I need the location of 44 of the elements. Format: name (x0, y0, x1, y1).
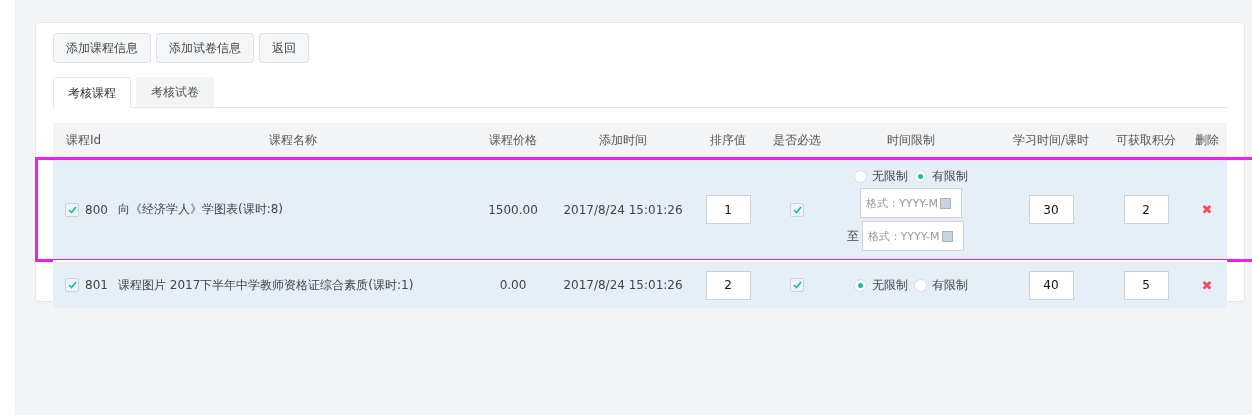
column-header: 可获取积分 (1115, 131, 1177, 149)
radio-label: 有限制 (932, 276, 968, 294)
radio-button[interactable] (914, 278, 927, 292)
course-id: 801 (85, 278, 108, 292)
radio-label: 有限制 (932, 168, 968, 185)
points-input[interactable]: 2 (1123, 195, 1169, 224)
study-time-input[interactable]: 40 (1028, 270, 1074, 300)
column-header: 删除 (1194, 131, 1220, 149)
tab[interactable]: 考核试卷 (136, 77, 214, 107)
course-price: 1500.00 (488, 202, 538, 217)
radio-label: 无限制 (872, 168, 908, 185)
course-name: 课程图片 2017下半年中学教师资格证综合素质(课时:1) (118, 276, 414, 294)
column-header: 时间限制 (886, 131, 936, 149)
column-header: 课程名称 (268, 131, 318, 149)
calendar-icon[interactable] (941, 230, 953, 242)
sort-input[interactable]: 1 (705, 195, 751, 224)
column-header: 课程Id (65, 131, 103, 149)
course-price: 0.00 (499, 278, 527, 292)
column-header: 添加时间 (598, 131, 648, 149)
checkbox[interactable] (65, 202, 79, 217)
column-header: 排序值 (709, 131, 747, 149)
course-name: 向《经济学人》学图表(课时:8) (118, 201, 284, 218)
added-time: 2017/8/24 15:01:26 (563, 278, 683, 292)
calendar-icon[interactable] (940, 197, 952, 209)
added-time: 2017/8/24 15:01:26 (563, 202, 683, 217)
range-separator: 至 (846, 227, 859, 245)
radio-label: 无限制 (872, 276, 908, 294)
points-input[interactable]: 5 (1123, 270, 1169, 300)
study-time-input[interactable]: 30 (1028, 195, 1074, 224)
required-checkbox[interactable] (790, 202, 804, 217)
column-header: 课程价格 (488, 131, 538, 149)
radio-button[interactable] (854, 170, 867, 183)
required-checkbox[interactable] (790, 278, 804, 292)
course-id: 800 (85, 202, 108, 217)
toolbar-button[interactable]: 返回 (259, 33, 309, 63)
sort-input[interactable]: 2 (705, 270, 751, 300)
column-header: 是否必选 (772, 131, 822, 149)
tab[interactable]: 考核课程 (53, 77, 131, 108)
column-header: 学习时间/课时 (1011, 131, 1090, 149)
radio-button[interactable] (914, 170, 927, 183)
checkbox[interactable] (65, 278, 79, 292)
toolbar-button[interactable]: 添加课程信息 (53, 33, 151, 63)
radio-button[interactable] (854, 278, 867, 292)
toolbar-button[interactable]: 添加试卷信息 (156, 33, 254, 63)
